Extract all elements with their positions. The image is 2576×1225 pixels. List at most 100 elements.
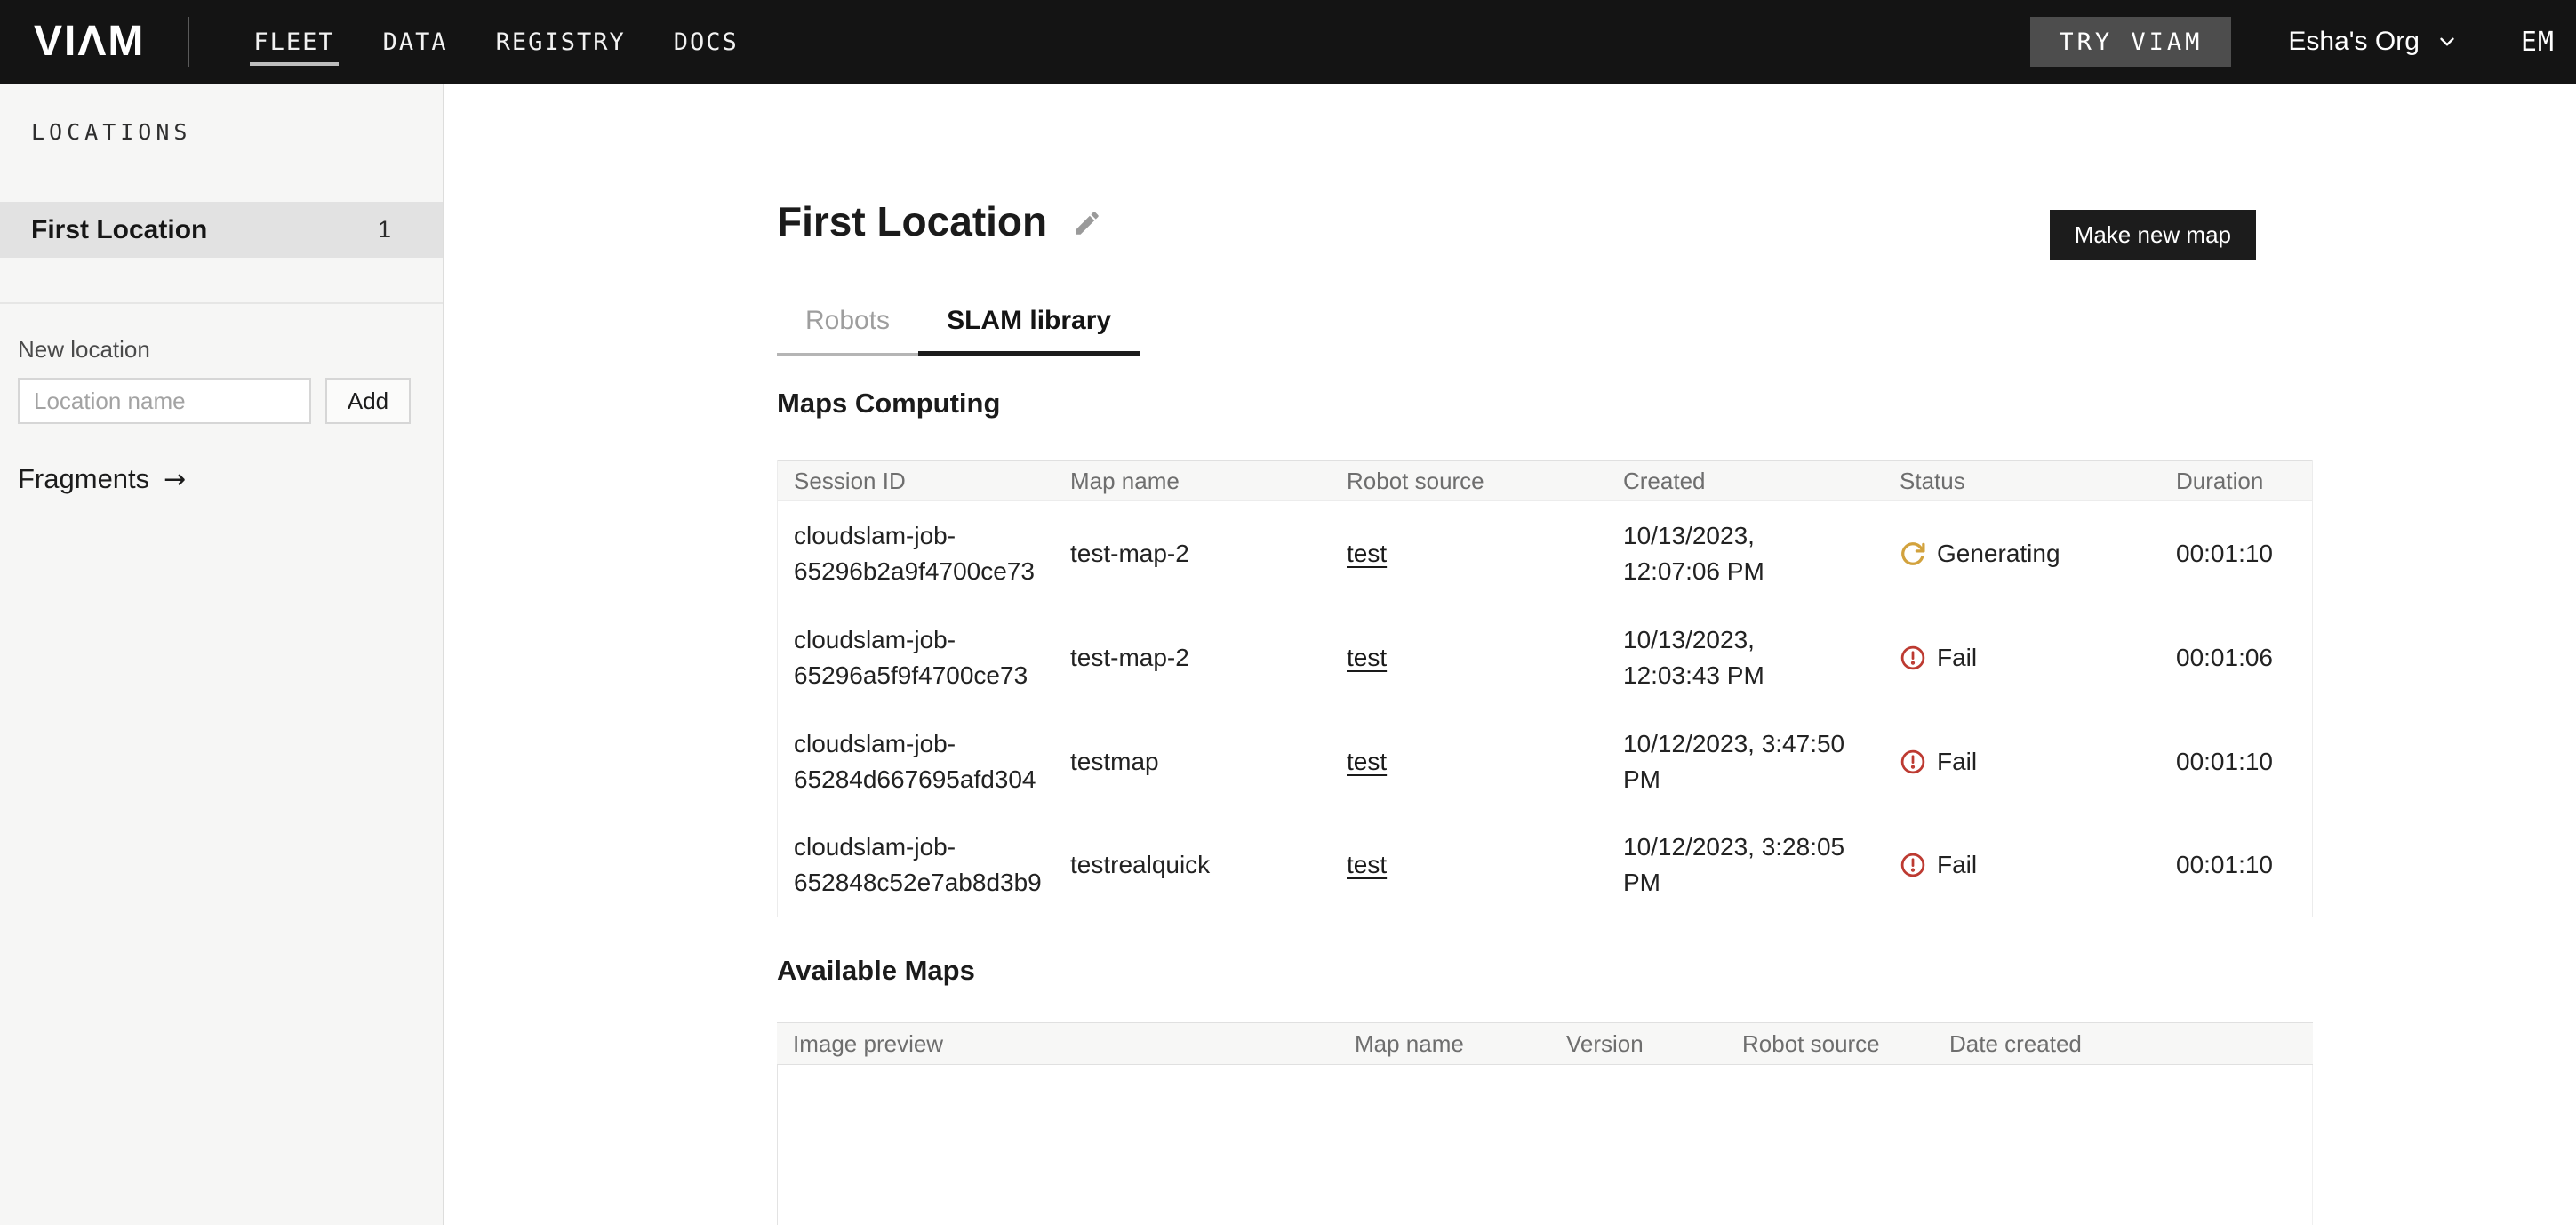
nav-item-registry-label: REGISTRY [496, 28, 626, 56]
status-label: Fail [1937, 851, 1977, 879]
new-location-label: New location [18, 336, 425, 364]
sidebar-item-first-location[interactable]: First Location 1 [0, 202, 443, 258]
topbar-right-cluster: TRY VIAM Esha's Org EM [2030, 17, 2576, 67]
add-location-button[interactable]: Add [325, 378, 411, 424]
column-header-robot-source: Robot source [1726, 1030, 1933, 1058]
column-header-date-created: Date created [1933, 1030, 2313, 1058]
robot-source-link[interactable]: test [1347, 644, 1387, 671]
status-cell: Fail [1884, 748, 2160, 776]
page: VIΛM FLEET DATA REGISTRY DOCS TRY VIAM E… [0, 0, 2576, 1225]
status-label: Generating [1937, 540, 2060, 568]
session-id-cell: cloudslam-job-65296b2a9f4700ce73 [778, 518, 1054, 589]
created-cell: 10/12/2023, 3:47:50 PM [1607, 726, 1884, 797]
page-title: First Location [777, 197, 1047, 246]
generating-status-icon [1900, 540, 1926, 567]
robot-source-cell: test [1331, 748, 1607, 776]
arrow-right-icon: → [164, 464, 186, 495]
tab-slam-library[interactable]: SLAM library [918, 306, 1140, 356]
duration-cell: 00:01:10 [2160, 748, 2314, 776]
location-name-input[interactable] [18, 378, 311, 424]
try-viam-button[interactable]: TRY VIAM [2030, 17, 2231, 67]
map-name-cell: test-map-2 [1054, 540, 1331, 568]
created-cell: 10/12/2023, 3:28:05 PM [1607, 829, 1884, 901]
column-header-image-preview: Image preview [777, 1030, 1339, 1058]
location-tabs: Robots SLAM library [777, 306, 2313, 356]
top-nav-bar: VIΛM FLEET DATA REGISTRY DOCS TRY VIAM E… [0, 0, 2576, 84]
map-name-cell: testrealquick [1054, 851, 1331, 879]
viam-logo[interactable]: VIΛM [34, 20, 145, 63]
fragments-link[interactable]: Fragments → [18, 463, 425, 495]
nav-item-registry[interactable]: REGISTRY [496, 0, 626, 84]
status-cell: Fail [1884, 851, 2160, 879]
created-cell: 10/13/2023, 12:03:43 PM [1607, 622, 1884, 693]
available-maps-table: Image preview Map name Version Robot sou… [777, 1022, 2313, 1225]
nav-item-data[interactable]: DATA [383, 0, 448, 84]
available-maps-header-row: Image preview Map name Version Robot sou… [777, 1022, 2313, 1065]
primary-nav: FLEET DATA REGISTRY DOCS [253, 0, 738, 84]
table-row: cloudslam-job-65296b2a9f4700ce73 test-ma… [778, 501, 2312, 605]
table-row: cloudslam-job-652848c52e7ab8d3b9 testrea… [778, 813, 2312, 917]
available-maps-empty-body [777, 1065, 2313, 1225]
edit-location-name-button[interactable] [1072, 208, 1102, 241]
maps-computing-table: Session ID Map name Robot source Created… [777, 460, 2313, 917]
column-header-duration: Duration [2160, 468, 2314, 495]
table-row: cloudslam-job-65284d667695afd304 testmap… [778, 709, 2312, 813]
column-header-status: Status [1884, 468, 2160, 495]
table-row: cloudslam-job-65296a5f9f4700ce73 test-ma… [778, 605, 2312, 709]
robot-source-cell: test [1331, 851, 1607, 879]
fail-status-icon [1900, 645, 1926, 671]
active-tab-underline [250, 62, 338, 66]
tab-robots[interactable]: Robots [777, 306, 918, 356]
nav-divider [188, 17, 189, 67]
session-id-cell: cloudslam-job-65296a5f9f4700ce73 [778, 622, 1054, 693]
column-header-robot-source: Robot source [1331, 468, 1607, 495]
available-maps-heading: Available Maps [777, 955, 2313, 987]
robot-source-link[interactable]: test [1347, 748, 1387, 775]
location-count-badge: 1 [378, 216, 391, 244]
duration-cell: 00:01:10 [2160, 540, 2314, 568]
maps-computing-heading: Maps Computing [777, 388, 2313, 420]
column-header-session-id: Session ID [778, 468, 1054, 495]
duration-cell: 00:01:10 [2160, 851, 2314, 879]
nav-item-data-label: DATA [383, 28, 448, 56]
column-header-map-name: Map name [1339, 1030, 1550, 1058]
duration-cell: 00:01:06 [2160, 644, 2314, 672]
status-cell: Fail [1884, 644, 2160, 672]
map-name-cell: testmap [1054, 748, 1331, 776]
user-initials[interactable]: EM [2521, 27, 2555, 58]
nav-item-fleet[interactable]: FLEET [253, 0, 334, 84]
nav-item-docs-label: DOCS [674, 28, 739, 56]
nav-item-fleet-label: FLEET [253, 28, 334, 56]
robot-source-link[interactable]: test [1347, 851, 1387, 878]
robot-source-cell: test [1331, 644, 1607, 672]
org-name: Esha's Org [2288, 27, 2419, 57]
maps-computing-header-row: Session ID Map name Robot source Created… [778, 460, 2312, 501]
nav-item-docs[interactable]: DOCS [674, 0, 739, 84]
status-cell: Generating [1884, 540, 2160, 568]
created-cell: 10/13/2023, 12:07:06 PM [1607, 518, 1884, 589]
locations-section-title: LOCATIONS [31, 119, 443, 145]
column-header-map-name: Map name [1054, 468, 1331, 495]
locations-sidebar: LOCATIONS First Location 1 New location … [0, 84, 444, 1225]
new-location-row: Add [18, 378, 425, 424]
robot-source-cell: test [1331, 540, 1607, 568]
title-row: First Location Make new map [777, 197, 2313, 260]
session-id-cell: cloudslam-job-652848c52e7ab8d3b9 [778, 829, 1054, 901]
new-location-section: New location Add [18, 336, 425, 424]
org-switcher[interactable]: Esha's Org [2288, 27, 2458, 57]
make-new-map-button[interactable]: Make new map [2050, 210, 2256, 260]
main-content: First Location Make new map Robots SLAM … [444, 84, 2576, 1225]
sidebar-divider [0, 302, 443, 304]
map-name-cell: test-map-2 [1054, 644, 1331, 672]
robot-source-link[interactable]: test [1347, 540, 1387, 567]
column-header-version: Version [1550, 1030, 1726, 1058]
fail-status-icon [1900, 852, 1926, 878]
pencil-icon [1072, 228, 1102, 241]
status-label: Fail [1937, 644, 1977, 672]
session-id-cell: cloudslam-job-65284d667695afd304 [778, 726, 1054, 797]
body-wrap: LOCATIONS First Location 1 New location … [0, 84, 2576, 1225]
chevron-down-icon [2436, 30, 2459, 53]
status-label: Fail [1937, 748, 1977, 776]
content-column: First Location Make new map Robots SLAM … [777, 197, 2313, 1225]
location-name: First Location [31, 215, 207, 245]
